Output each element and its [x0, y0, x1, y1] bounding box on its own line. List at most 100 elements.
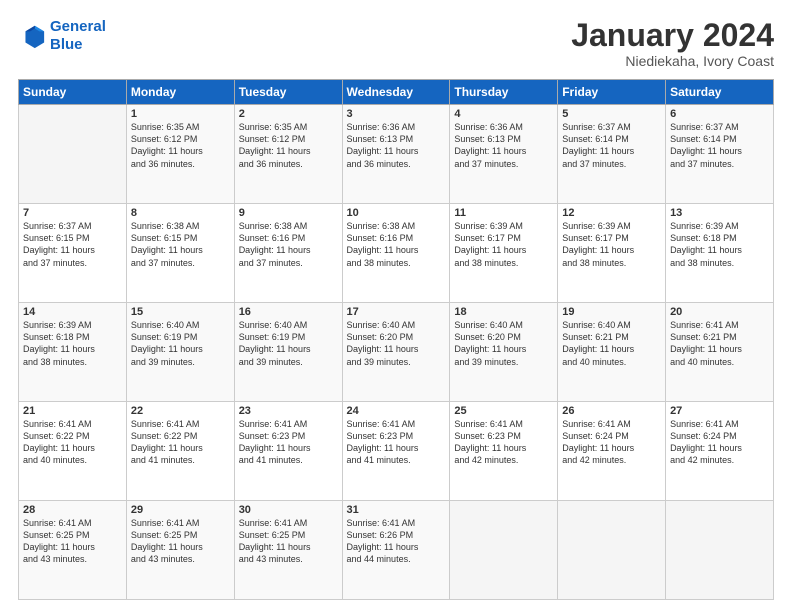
col-header-wednesday: Wednesday — [342, 80, 450, 105]
day-content: Sunrise: 6:38 AM Sunset: 6:16 PM Dayligh… — [347, 220, 446, 269]
day-number: 10 — [347, 207, 446, 219]
col-header-friday: Friday — [558, 80, 666, 105]
day-content: Sunrise: 6:36 AM Sunset: 6:13 PM Dayligh… — [347, 121, 446, 170]
day-number: 9 — [239, 207, 338, 219]
calendar-cell: 20Sunrise: 6:41 AM Sunset: 6:21 PM Dayli… — [666, 303, 774, 402]
day-content: Sunrise: 6:41 AM Sunset: 6:25 PM Dayligh… — [131, 517, 230, 566]
location: Niediekaha, Ivory Coast — [571, 53, 774, 69]
calendar-cell: 16Sunrise: 6:40 AM Sunset: 6:19 PM Dayli… — [234, 303, 342, 402]
calendar-cell: 17Sunrise: 6:40 AM Sunset: 6:20 PM Dayli… — [342, 303, 450, 402]
day-number: 25 — [454, 405, 553, 417]
day-number: 7 — [23, 207, 122, 219]
calendar-cell: 30Sunrise: 6:41 AM Sunset: 6:25 PM Dayli… — [234, 501, 342, 600]
day-number: 3 — [347, 108, 446, 120]
calendar-cell: 29Sunrise: 6:41 AM Sunset: 6:25 PM Dayli… — [126, 501, 234, 600]
calendar-cell: 22Sunrise: 6:41 AM Sunset: 6:22 PM Dayli… — [126, 402, 234, 501]
day-number: 4 — [454, 108, 553, 120]
day-number: 18 — [454, 306, 553, 318]
week-row-2: 7Sunrise: 6:37 AM Sunset: 6:15 PM Daylig… — [19, 204, 774, 303]
calendar-cell: 3Sunrise: 6:36 AM Sunset: 6:13 PM Daylig… — [342, 105, 450, 204]
day-content: Sunrise: 6:41 AM Sunset: 6:25 PM Dayligh… — [239, 517, 338, 566]
calendar-cell: 1Sunrise: 6:35 AM Sunset: 6:12 PM Daylig… — [126, 105, 234, 204]
day-number: 31 — [347, 504, 446, 516]
day-content: Sunrise: 6:39 AM Sunset: 6:18 PM Dayligh… — [670, 220, 769, 269]
page: General Blue January 2024 Niediekaha, Iv… — [0, 0, 792, 612]
calendar-cell: 10Sunrise: 6:38 AM Sunset: 6:16 PM Dayli… — [342, 204, 450, 303]
day-content: Sunrise: 6:41 AM Sunset: 6:25 PM Dayligh… — [23, 517, 122, 566]
day-number: 27 — [670, 405, 769, 417]
header-row: SundayMondayTuesdayWednesdayThursdayFrid… — [19, 80, 774, 105]
calendar-cell: 14Sunrise: 6:39 AM Sunset: 6:18 PM Dayli… — [19, 303, 127, 402]
day-content: Sunrise: 6:40 AM Sunset: 6:20 PM Dayligh… — [347, 319, 446, 368]
col-header-tuesday: Tuesday — [234, 80, 342, 105]
calendar-cell: 28Sunrise: 6:41 AM Sunset: 6:25 PM Dayli… — [19, 501, 127, 600]
day-number: 22 — [131, 405, 230, 417]
calendar-cell — [666, 501, 774, 600]
title-area: January 2024 Niediekaha, Ivory Coast — [571, 18, 774, 69]
calendar-cell: 9Sunrise: 6:38 AM Sunset: 6:16 PM Daylig… — [234, 204, 342, 303]
month-title: January 2024 — [571, 18, 774, 53]
day-number: 12 — [562, 207, 661, 219]
day-number: 8 — [131, 207, 230, 219]
day-content: Sunrise: 6:39 AM Sunset: 6:17 PM Dayligh… — [454, 220, 553, 269]
day-content: Sunrise: 6:41 AM Sunset: 6:22 PM Dayligh… — [23, 418, 122, 467]
calendar-cell: 2Sunrise: 6:35 AM Sunset: 6:12 PM Daylig… — [234, 105, 342, 204]
calendar-cell: 21Sunrise: 6:41 AM Sunset: 6:22 PM Dayli… — [19, 402, 127, 501]
day-content: Sunrise: 6:35 AM Sunset: 6:12 PM Dayligh… — [131, 121, 230, 170]
day-content: Sunrise: 6:37 AM Sunset: 6:14 PM Dayligh… — [670, 121, 769, 170]
day-number: 24 — [347, 405, 446, 417]
day-number: 13 — [670, 207, 769, 219]
day-content: Sunrise: 6:41 AM Sunset: 6:22 PM Dayligh… — [131, 418, 230, 467]
col-header-thursday: Thursday — [450, 80, 558, 105]
calendar-cell: 11Sunrise: 6:39 AM Sunset: 6:17 PM Dayli… — [450, 204, 558, 303]
week-row-1: 1Sunrise: 6:35 AM Sunset: 6:12 PM Daylig… — [19, 105, 774, 204]
col-header-saturday: Saturday — [666, 80, 774, 105]
day-content: Sunrise: 6:41 AM Sunset: 6:26 PM Dayligh… — [347, 517, 446, 566]
day-number: 29 — [131, 504, 230, 516]
day-number: 20 — [670, 306, 769, 318]
calendar-cell: 27Sunrise: 6:41 AM Sunset: 6:24 PM Dayli… — [666, 402, 774, 501]
calendar-cell: 23Sunrise: 6:41 AM Sunset: 6:23 PM Dayli… — [234, 402, 342, 501]
calendar-cell: 25Sunrise: 6:41 AM Sunset: 6:23 PM Dayli… — [450, 402, 558, 501]
logo: General Blue — [18, 18, 106, 54]
day-content: Sunrise: 6:39 AM Sunset: 6:17 PM Dayligh… — [562, 220, 661, 269]
day-number: 11 — [454, 207, 553, 219]
calendar-cell: 5Sunrise: 6:37 AM Sunset: 6:14 PM Daylig… — [558, 105, 666, 204]
day-content: Sunrise: 6:37 AM Sunset: 6:14 PM Dayligh… — [562, 121, 661, 170]
day-number: 28 — [23, 504, 122, 516]
calendar-cell: 15Sunrise: 6:40 AM Sunset: 6:19 PM Dayli… — [126, 303, 234, 402]
week-row-5: 28Sunrise: 6:41 AM Sunset: 6:25 PM Dayli… — [19, 501, 774, 600]
day-number: 2 — [239, 108, 338, 120]
day-content: Sunrise: 6:39 AM Sunset: 6:18 PM Dayligh… — [23, 319, 122, 368]
day-content: Sunrise: 6:41 AM Sunset: 6:21 PM Dayligh… — [670, 319, 769, 368]
logo-text: General Blue — [50, 18, 106, 54]
calendar-cell: 24Sunrise: 6:41 AM Sunset: 6:23 PM Dayli… — [342, 402, 450, 501]
calendar-cell: 18Sunrise: 6:40 AM Sunset: 6:20 PM Dayli… — [450, 303, 558, 402]
day-number: 19 — [562, 306, 661, 318]
day-number: 17 — [347, 306, 446, 318]
calendar-cell: 13Sunrise: 6:39 AM Sunset: 6:18 PM Dayli… — [666, 204, 774, 303]
day-number: 6 — [670, 108, 769, 120]
day-content: Sunrise: 6:40 AM Sunset: 6:21 PM Dayligh… — [562, 319, 661, 368]
calendar-cell — [19, 105, 127, 204]
day-number: 14 — [23, 306, 122, 318]
day-number: 15 — [131, 306, 230, 318]
calendar-cell — [450, 501, 558, 600]
logo-line2: Blue — [50, 36, 83, 53]
day-number: 26 — [562, 405, 661, 417]
day-number: 30 — [239, 504, 338, 516]
day-content: Sunrise: 6:35 AM Sunset: 6:12 PM Dayligh… — [239, 121, 338, 170]
day-content: Sunrise: 6:36 AM Sunset: 6:13 PM Dayligh… — [454, 121, 553, 170]
calendar-cell: 19Sunrise: 6:40 AM Sunset: 6:21 PM Dayli… — [558, 303, 666, 402]
calendar-cell: 7Sunrise: 6:37 AM Sunset: 6:15 PM Daylig… — [19, 204, 127, 303]
day-number: 23 — [239, 405, 338, 417]
calendar-cell: 31Sunrise: 6:41 AM Sunset: 6:26 PM Dayli… — [342, 501, 450, 600]
col-header-sunday: Sunday — [19, 80, 127, 105]
day-content: Sunrise: 6:41 AM Sunset: 6:24 PM Dayligh… — [562, 418, 661, 467]
day-content: Sunrise: 6:40 AM Sunset: 6:19 PM Dayligh… — [131, 319, 230, 368]
logo-line1: General — [50, 18, 106, 35]
logo-icon — [18, 22, 46, 50]
calendar-cell: 26Sunrise: 6:41 AM Sunset: 6:24 PM Dayli… — [558, 402, 666, 501]
day-number: 5 — [562, 108, 661, 120]
calendar-cell: 8Sunrise: 6:38 AM Sunset: 6:15 PM Daylig… — [126, 204, 234, 303]
